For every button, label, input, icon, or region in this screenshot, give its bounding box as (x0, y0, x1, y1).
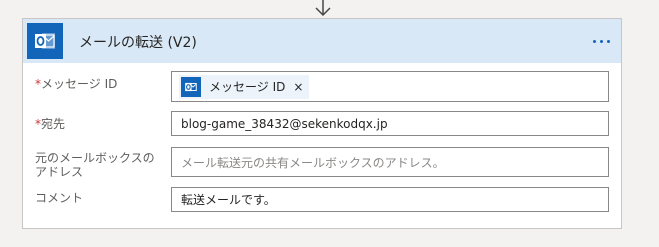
action-header[interactable]: メールの転送 (V2) (23, 19, 621, 63)
message-id-label-text: メッセージ ID (41, 77, 118, 91)
outlook-token-icon (181, 76, 201, 97)
shared-mailbox-field[interactable]: メール転送元の共有メールボックスのアドレス。 (171, 147, 609, 177)
token-remove-icon[interactable]: × (293, 80, 303, 94)
action-title: メールの転送 (V2) (79, 35, 197, 51)
comment-field[interactable]: 転送メールです。 (171, 187, 609, 212)
message-id-field[interactable]: メッセージ ID × (171, 71, 609, 102)
outlook-icon (27, 23, 63, 59)
message-id-label: *メッセージ ID (35, 77, 117, 91)
shared-mailbox-label: 元のメールボックスのアドレス (35, 151, 155, 179)
to-field[interactable]: blog-game_38432@sekenkodqx.jp (171, 111, 609, 136)
flow-connector-arrow-icon (315, 0, 331, 17)
dynamic-content-token[interactable]: メッセージ ID × (179, 74, 310, 99)
comment-label: コメント (35, 191, 84, 205)
to-label-text: 宛先 (41, 117, 66, 131)
token-label: メッセージ ID (209, 80, 286, 94)
action-card: メールの転送 (V2) *メッセージ ID メッセージ ID × *宛先 blo… (22, 18, 622, 229)
more-options-icon[interactable] (586, 31, 616, 51)
to-label: *宛先 (35, 117, 65, 131)
